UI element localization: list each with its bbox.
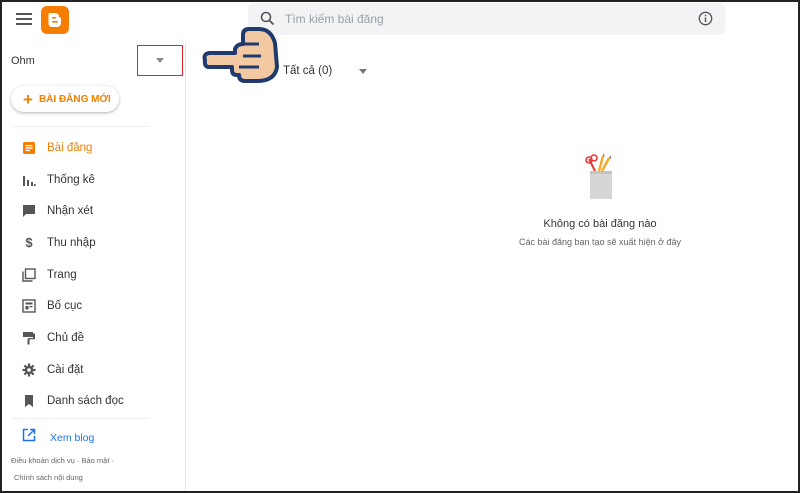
gear-icon: [22, 363, 36, 377]
sidebar-item-comments[interactable]: Nhận xét: [0, 195, 186, 227]
bookmark-icon: [22, 394, 36, 408]
sidebar-item-label: Cài đặt: [47, 363, 84, 376]
blog-name: Ohm: [11, 55, 35, 67]
external-link-icon: [22, 428, 36, 447]
comment-icon: [22, 204, 36, 218]
sidebar-item-label: Bố cục: [47, 300, 83, 313]
sidebar-item-label: Thu nhập: [47, 236, 96, 249]
empty-state-subtitle: Các bài đăng bạn tạo sẽ xuất hiện ở đây: [518, 237, 681, 247]
blogger-logo-icon[interactable]: [41, 6, 69, 34]
sidebar-item-label: Chủ đề: [47, 331, 85, 344]
sidebar-item-theme[interactable]: Chủ đề: [0, 322, 186, 354]
sidebar-item-reading-list[interactable]: Danh sách đọc: [0, 386, 186, 418]
info-icon[interactable]: [698, 11, 713, 31]
pointing-hand-icon: [201, 23, 279, 90]
new-post-label: BÀI ĐĂNG MỚI: [38, 93, 111, 105]
stats-icon: [22, 173, 36, 187]
footer-links: Điều khoản dịch vụ · Bảo mật ·: [11, 456, 114, 465]
sidebar-item-label: Danh sách đọc: [47, 395, 124, 408]
footer-separator: ·: [111, 456, 115, 465]
new-post-button[interactable]: + BÀI ĐĂNG MỚI: [11, 86, 119, 112]
divider: [12, 418, 150, 419]
sidebar-item-earnings[interactable]: $ Thu nhập: [0, 227, 186, 259]
view-blog-link[interactable]: Xem blog: [22, 428, 94, 447]
search-input[interactable]: [285, 3, 685, 35]
posts-filter-dropdown[interactable]: Tất cả (0): [283, 65, 368, 77]
layout-icon: [22, 299, 36, 313]
sidebar-item-pages[interactable]: Trang: [0, 259, 186, 291]
sidebar-item-label: Bài đăng: [47, 141, 93, 154]
blog-selector-dropdown[interactable]: [137, 45, 183, 76]
sidebar-item-label: Nhận xét: [47, 205, 94, 218]
plus-icon: +: [23, 89, 33, 109]
sidebar: Ohm + BÀI ĐĂNG MỚI Bài đăng Thống kê Nhậ…: [0, 42, 186, 493]
pages-icon: [22, 267, 36, 282]
hamburger-menu-icon[interactable]: [16, 13, 32, 25]
dollar-icon: $: [25, 235, 33, 251]
posts-icon: [22, 141, 36, 155]
empty-state-title: Không có bài đăng nào: [543, 218, 657, 230]
sidebar-item-settings[interactable]: Cài đặt: [0, 354, 186, 386]
filter-label: Tất cả (0): [283, 65, 333, 77]
sidebar-item-label: Thống kê: [47, 173, 95, 186]
theme-icon: [22, 331, 36, 345]
sidebar-item-posts[interactable]: Bài đăng: [0, 132, 186, 164]
terms-link[interactable]: Điều khoản dịch vụ: [11, 456, 75, 465]
sidebar-item-stats[interactable]: Thống kê: [0, 164, 186, 196]
divider: [12, 126, 150, 127]
sidebar-item-label: Trang: [47, 268, 77, 281]
empty-posts-illustration-icon: [583, 153, 617, 206]
content-policy-link[interactable]: Chính sách nội dung: [14, 473, 83, 482]
sidebar-nav: Bài đăng Thống kê Nhận xét $ Thu nhập Tr…: [0, 132, 186, 417]
view-blog-label: Xem blog: [50, 431, 95, 444]
sidebar-item-layout[interactable]: Bố cục: [0, 290, 186, 322]
chevron-down-icon: [156, 58, 164, 63]
search-bar[interactable]: [248, 3, 725, 35]
chevron-down-icon: [359, 68, 368, 74]
privacy-link[interactable]: Bảo mật: [81, 456, 109, 465]
